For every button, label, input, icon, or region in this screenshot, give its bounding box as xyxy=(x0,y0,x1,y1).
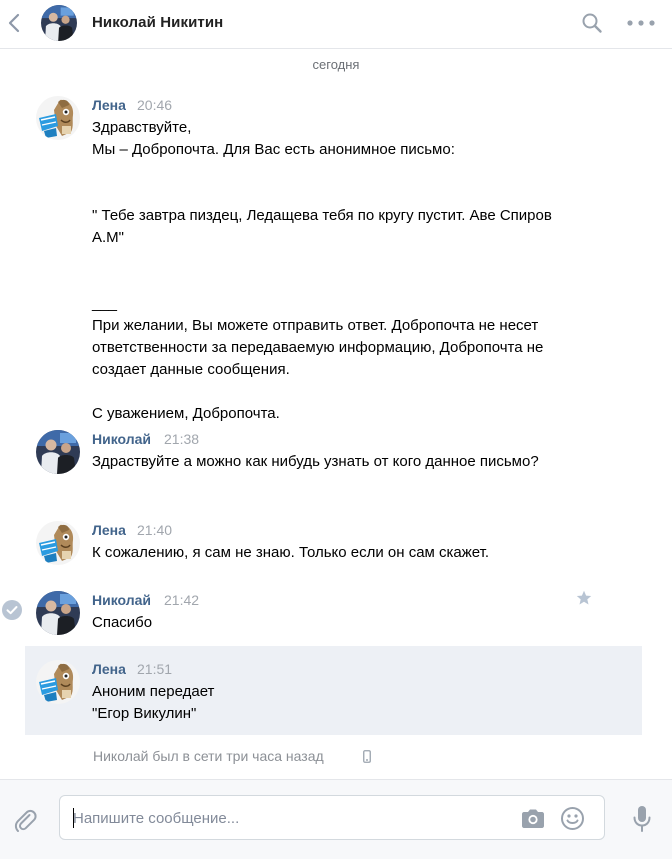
message[interactable]: Лена 20:46 Здравствуйте, Мы – Добропочта… xyxy=(0,96,672,422)
message-author[interactable]: Лена xyxy=(92,661,126,677)
message-author[interactable]: Лена xyxy=(92,522,126,538)
online-status: Николай был в сети три часа назад xyxy=(93,748,324,764)
chevron-left-icon[interactable] xyxy=(5,11,25,35)
message-text: Здравствуйте, Мы – Добропочта. Для Вас е… xyxy=(92,119,552,422)
camera-icon[interactable] xyxy=(520,808,546,830)
message-text: Спасибо xyxy=(92,614,153,631)
more-icon[interactable] xyxy=(626,16,656,30)
avatar[interactable] xyxy=(36,521,80,565)
microphone-icon[interactable] xyxy=(632,805,652,833)
message-author[interactable]: Николай xyxy=(92,431,151,447)
paperclip-icon[interactable] xyxy=(12,807,38,833)
header-avatar[interactable] xyxy=(41,5,77,41)
message-author[interactable]: Лена xyxy=(92,97,126,113)
message[interactable]: Лена 21:51 Аноним передает "Егор Викулин… xyxy=(0,660,672,726)
message-time[interactable]: 21:42 xyxy=(164,592,199,608)
chat-header: Николай Никитин xyxy=(0,0,672,49)
message-text: Аноним передает "Егор Викулин" xyxy=(92,683,215,722)
text-caret xyxy=(73,808,74,828)
phone-icon xyxy=(363,750,371,763)
message[interactable]: Лена 21:40 К сожалению, я сам не знаю. Т… xyxy=(0,521,672,565)
message-time[interactable]: 21:51 xyxy=(137,661,172,677)
message[interactable]: Николай 21:38 Здраствуйте а можно как ни… xyxy=(0,430,672,496)
message[interactable]: Николай 21:42 Спасибо xyxy=(0,591,672,635)
message-time[interactable]: 21:40 xyxy=(137,522,172,538)
avatar[interactable] xyxy=(36,430,80,474)
message-text: К сожалению, я сам не знаю. Только если … xyxy=(92,544,490,561)
message-author[interactable]: Николай xyxy=(92,592,151,608)
message-input[interactable] xyxy=(73,806,503,830)
avatar[interactable] xyxy=(36,96,80,140)
avatar[interactable] xyxy=(36,591,80,635)
date-separator: сегодня xyxy=(312,57,360,72)
message-time[interactable]: 20:46 xyxy=(137,97,172,113)
search-icon[interactable] xyxy=(581,12,603,34)
chat-title[interactable]: Николай Никитин xyxy=(92,14,223,31)
avatar[interactable] xyxy=(36,660,80,704)
smile-icon[interactable] xyxy=(560,806,585,831)
message-text: Здраствуйте а можно как нибудь узнать от… xyxy=(92,453,539,470)
message-time[interactable]: 21:38 xyxy=(164,431,199,447)
